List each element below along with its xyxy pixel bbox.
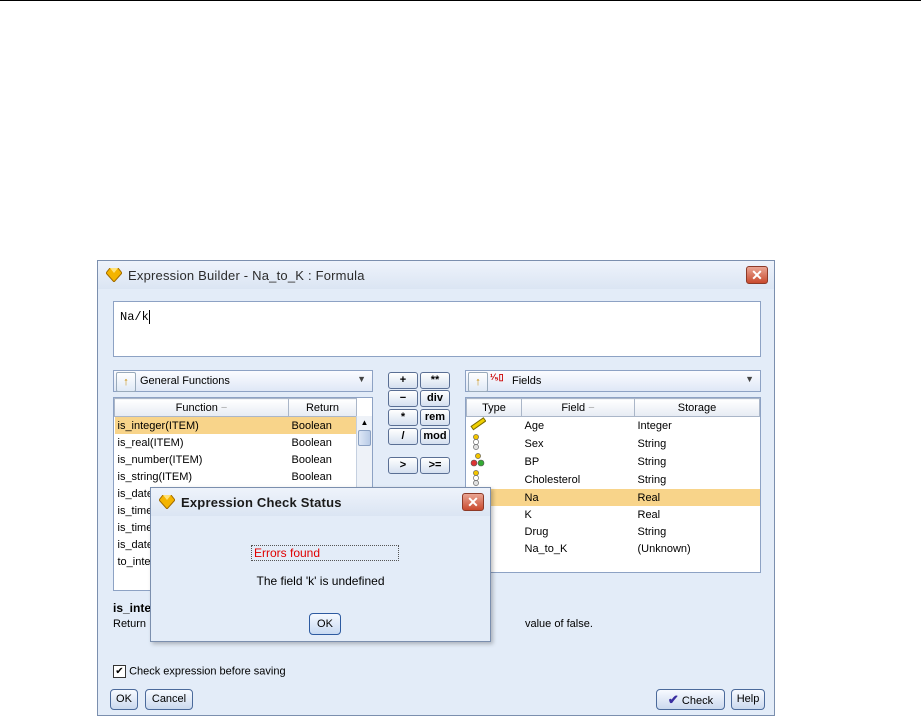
field-storage: (Unknown) [637, 542, 691, 555]
operator-button[interactable]: / [388, 428, 418, 445]
chevron-down-icon: ▼ [357, 374, 366, 384]
field-row[interactable]: Drug String [467, 523, 760, 540]
flag-type-icon [467, 453, 522, 470]
dialog-titlebar[interactable]: Expression Check Status ✕ [151, 488, 490, 516]
error-status-text: Errors found [251, 545, 399, 561]
check-status-dialog: Expression Check Status ✕ Errors found T… [150, 487, 491, 642]
field-name: Age [524, 419, 545, 432]
field-list[interactable]: Type Field − Storage Age Integer Sex String… [465, 397, 761, 573]
diamond-app-icon [106, 268, 122, 282]
field-category-label: Fields [512, 375, 542, 387]
function-row[interactable]: is_number(ITEM) Boolean [115, 451, 357, 468]
field-name: Drug [524, 525, 549, 538]
expression-editor[interactable]: Na/k [113, 301, 761, 357]
diamond-app-icon [159, 495, 175, 509]
window-title: Expression Builder - Na_to_K : Formula [128, 268, 365, 283]
field-name: K [524, 508, 532, 521]
dialog-title: Expression Check Status [181, 495, 342, 510]
function-category-label: General Functions [140, 375, 230, 387]
column-header-function[interactable]: Function − [114, 398, 289, 417]
field-row[interactable]: Cholesterol String [467, 470, 760, 489]
field-name: Na [521, 489, 635, 506]
field-storage: String [637, 525, 667, 538]
field-row[interactable]: BP String [467, 453, 760, 470]
field-name: Sex [524, 437, 544, 450]
field-row[interactable]: Na_to_K (Unknown) [467, 540, 760, 557]
dialog-ok-button[interactable]: OK [309, 613, 341, 635]
function-return: Boolean [288, 416, 357, 434]
cancel-button[interactable]: Cancel [145, 689, 193, 710]
function-row[interactable]: is_integer(ITEM) Boolean [114, 416, 357, 434]
function-return: Boolean [291, 470, 332, 483]
ok-button[interactable]: OK [110, 689, 138, 710]
function-category-select[interactable]: ↑ General Functions ▼ [113, 370, 373, 392]
function-row[interactable]: is_real(ITEM) Boolean [115, 434, 357, 451]
check-before-saving-checkbox[interactable]: ✔ Check expression before saving [113, 665, 286, 678]
field-storage: Real [637, 508, 661, 521]
column-header-storage[interactable]: Storage [634, 398, 760, 417]
dialog-close-button[interactable]: ✕ [462, 493, 484, 511]
field-storage: String [637, 437, 667, 450]
function-name: is_string(ITEM) [117, 470, 193, 483]
scroll-up-icon[interactable]: ▲ [357, 416, 372, 430]
function-description-title: is_inte [113, 601, 152, 615]
field-row[interactable]: K Real [467, 506, 760, 523]
function-description: Return value of false. [113, 618, 593, 630]
window-titlebar[interactable]: Expression Builder - Na_to_K : Formula ✕ [98, 261, 774, 289]
up-arrow-icon[interactable]: ↑ [468, 372, 488, 392]
operator-button[interactable]: * [388, 409, 418, 426]
set-type-icon [467, 434, 522, 453]
function-name: is_number(ITEM) [117, 453, 203, 466]
column-header-return[interactable]: Return [288, 398, 357, 417]
check-icon: ✔ [667, 692, 679, 707]
help-button[interactable]: Help [731, 689, 765, 710]
operator-button[interactable]: > [388, 457, 418, 474]
check-button[interactable]: ✔ Check [656, 689, 725, 710]
chevron-down-icon: ▼ [745, 374, 754, 384]
function-name: is_integer(ITEM) [114, 416, 289, 434]
column-header-field[interactable]: Field − [521, 398, 635, 417]
field-name: Cholesterol [524, 473, 581, 486]
operator-button[interactable]: + [388, 372, 418, 389]
operator-button[interactable]: >= [420, 457, 450, 474]
operator-button[interactable]: ** [420, 372, 450, 389]
close-button[interactable]: ✕ [746, 266, 768, 284]
field-row[interactable]: Age Integer [467, 417, 760, 435]
field-storage: Integer [637, 419, 672, 432]
text-caret [148, 310, 150, 324]
operator-button[interactable]: mod [420, 428, 450, 445]
field-row[interactable]: Na Real [466, 489, 760, 506]
field-name: Na_to_K [524, 542, 568, 555]
operator-button[interactable]: − [388, 390, 418, 407]
up-arrow-icon[interactable]: ↑ [116, 372, 136, 392]
field-storage: String [637, 455, 667, 468]
function-row[interactable]: is_string(ITEM) Boolean [115, 468, 357, 485]
column-header-type[interactable]: Type [466, 398, 522, 417]
field-category-select[interactable]: ↑ ¹⁄₅▯ Fields ▼ [465, 370, 761, 392]
operator-button[interactable]: rem [420, 409, 450, 426]
function-return: Boolean [291, 453, 332, 466]
operator-button[interactable]: div [420, 390, 450, 407]
error-message: The field 'k' is undefined [256, 574, 385, 588]
function-return: Boolean [291, 436, 332, 449]
field-name: BP [524, 455, 540, 468]
field-list-icon[interactable]: ¹⁄₅▯ [490, 372, 508, 390]
top-border-line [0, 0, 921, 1]
expression-text: Na/k [120, 310, 149, 325]
field-storage: Real [634, 489, 760, 506]
function-name: is_real(ITEM) [117, 436, 184, 449]
field-row[interactable]: Sex String [467, 434, 760, 453]
field-storage: String [637, 473, 667, 486]
checkmark-icon[interactable]: ✔ [113, 665, 126, 678]
ruler-type-icon [467, 417, 522, 435]
scroll-thumb[interactable] [358, 430, 371, 446]
